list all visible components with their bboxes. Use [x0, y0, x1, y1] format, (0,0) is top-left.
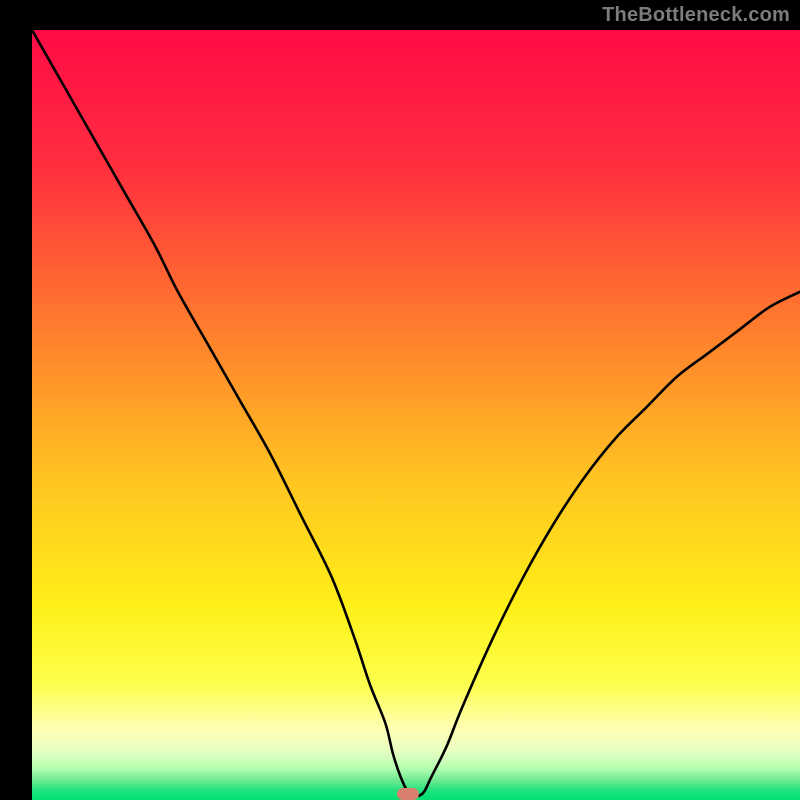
optimum-marker	[397, 788, 419, 800]
chart-stage: TheBottleneck.com	[0, 0, 800, 800]
plot-area	[32, 30, 800, 800]
bottleneck-curve	[32, 30, 800, 800]
watermark-text: TheBottleneck.com	[602, 4, 790, 27]
